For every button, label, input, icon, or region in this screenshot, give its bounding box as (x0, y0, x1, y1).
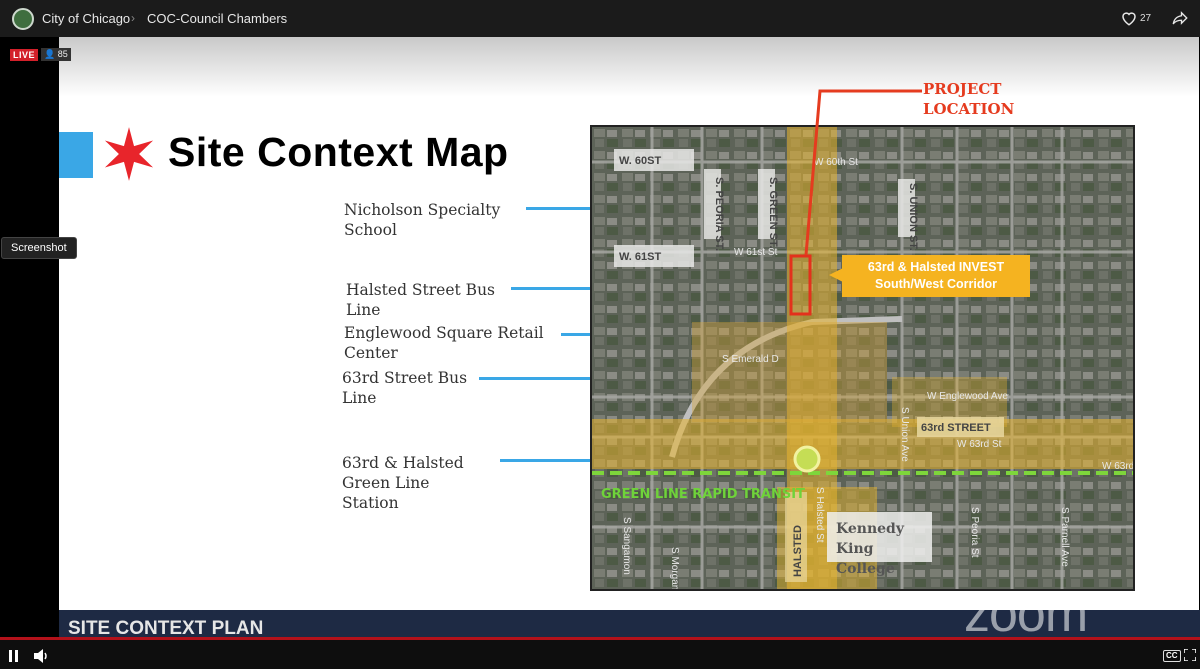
label-station-line2: Green Line (342, 474, 430, 492)
label-school-line1: Nicholson Specialty (344, 201, 501, 219)
invest-corridor-box: 63rd & Halsted INVEST South/West Corrido… (842, 255, 1030, 297)
map-label-w60: W. 60ST (619, 155, 661, 167)
viewer-count: 👤 85 (41, 48, 71, 61)
label-63-bus-line2: Line (342, 389, 377, 407)
slide-title: Site Context Map (168, 129, 509, 175)
invest-pointer (829, 267, 845, 283)
map-street-morgan: S Morgan (669, 547, 680, 590)
like-count: 27 (1140, 13, 1152, 24)
city-seal-icon[interactable] (12, 8, 34, 30)
volume-icon[interactable] (34, 649, 50, 663)
fullscreen-icon[interactable] (1184, 649, 1196, 661)
map-label-63rd-street: 63rd STREET (921, 422, 991, 434)
invest-box-line2: South/West Corridor (875, 277, 997, 291)
video-frame[interactable]: Site Context Map Nicholson Specialty Sch… (0, 37, 1200, 644)
label-englewood-line2: Center (344, 344, 398, 362)
map-street-halsted: S Halsted St (814, 487, 825, 543)
map-kennedy-line1: Kennedy (836, 521, 905, 537)
project-location-arrow (804, 89, 922, 256)
project-location-label: PROJECT LOCATION (923, 79, 1014, 119)
map-street-englewood: W Englewood Ave (927, 391, 1008, 402)
share-icon[interactable] (1170, 9, 1190, 27)
project-location-line1: PROJECT (923, 80, 1002, 98)
chevron-right-icon: › (131, 11, 135, 25)
pause-icon[interactable] (8, 650, 20, 662)
presentation-slide: Site Context Map Nicholson Specialty Sch… (59, 37, 1200, 644)
map-street-peoria: S Peoria St (969, 507, 980, 558)
video-title[interactable]: COC-Council Chambers (147, 11, 287, 26)
label-school-line2: School (344, 221, 397, 239)
label-63-bus: 63rd Street Bus Line (342, 368, 467, 408)
project-location-line2: LOCATION (923, 100, 1015, 118)
map-label-peoria: S. PEORIA ST. (713, 177, 725, 251)
label-station-line3: Station (342, 494, 399, 512)
video-player: City of Chicago › COC-Council Chambers 2… (0, 0, 1200, 669)
player-controls: CC (0, 637, 1200, 669)
screenshot-tooltip: Screenshot (1, 237, 77, 259)
label-halsted-bus: Halsted Street Bus Line (346, 280, 495, 320)
label-school: Nicholson Specialty School (344, 200, 500, 240)
invest-box-line1: 63rd & Halsted INVEST (867, 260, 1005, 274)
label-halsted-line2: Line (346, 301, 381, 319)
viewer-count-value: 85 (57, 49, 68, 59)
channel-link[interactable]: City of Chicago (42, 11, 130, 26)
zoom-watermark: zoom (964, 585, 1088, 643)
map-street-w63rd: W 63rd St (957, 439, 1002, 450)
map-street-sangamon: S Sangamon (621, 517, 632, 575)
label-station-line1: 63rd & Halsted (342, 454, 464, 472)
label-station: 63rd & Halsted Green Line Station (342, 453, 464, 513)
heart-icon[interactable] (1120, 9, 1138, 27)
map-label-green: S. GREEN ST. (767, 177, 779, 249)
map-street-union: S Union Ave (899, 407, 910, 462)
chicago-star-icon (104, 127, 154, 181)
map-label-halsted: HALSTED (792, 525, 804, 577)
label-63-bus-line1: 63rd Street Bus (342, 369, 468, 387)
map-street-w61st: W 61st St (734, 247, 778, 258)
map-street-emerald: S Emerald D (722, 354, 779, 365)
top-bar: City of Chicago › COC-Council Chambers 2… (0, 0, 1200, 37)
label-halsted-line1: Halsted Street Bus (346, 281, 496, 299)
map-street-w63-bottom: W 63rd (1102, 461, 1134, 472)
map-kennedy-line2: King (836, 541, 874, 557)
label-englewood-line1: Englewood Square Retail (344, 324, 544, 342)
flag-stripe (59, 132, 93, 178)
map-green-line-label: GREEN LINE RAPID TRANSIT (601, 487, 805, 502)
label-englewood: Englewood Square Retail Center (344, 323, 544, 363)
progress-bar[interactable] (0, 637, 1200, 640)
live-badge: LIVE (10, 49, 39, 61)
map-street-parnell: S Parnell Ave (1059, 507, 1070, 567)
closed-captions-button[interactable]: CC (1163, 650, 1181, 662)
map-kennedy-line3: College (836, 561, 895, 577)
map-label-w61: W. 61ST (619, 251, 661, 263)
